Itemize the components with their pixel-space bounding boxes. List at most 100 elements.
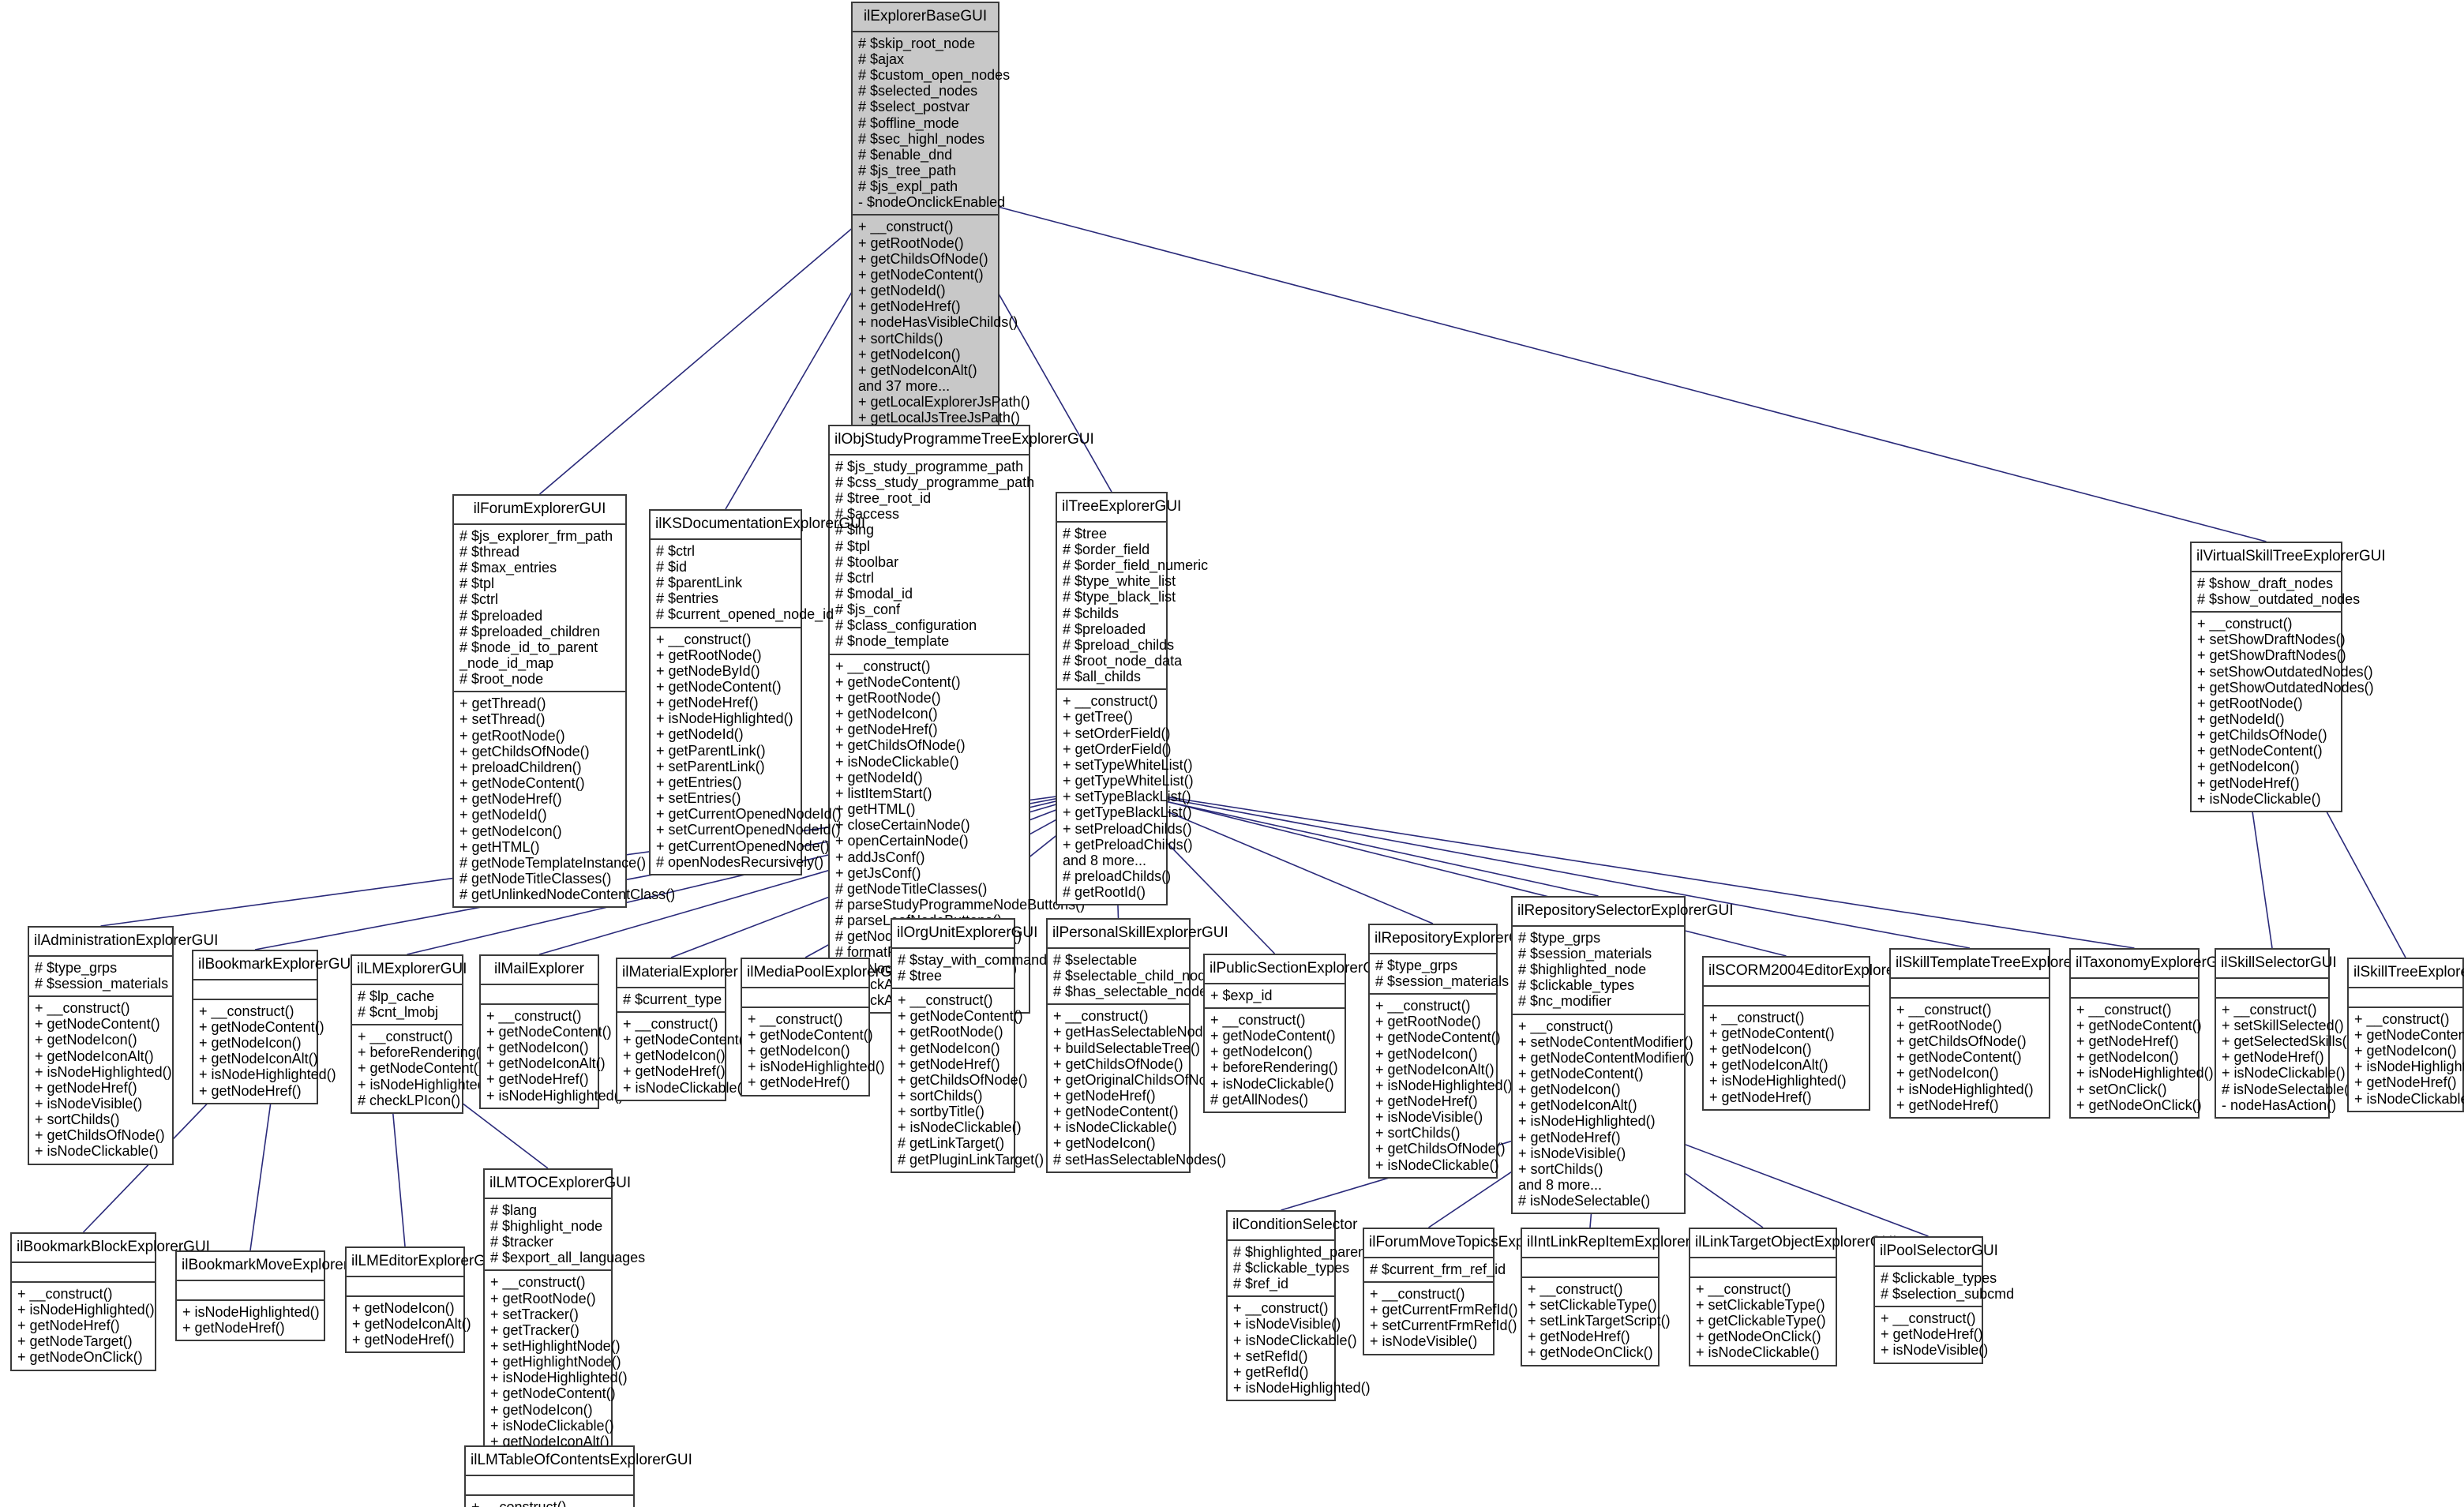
method-item: + __construct() bbox=[2222, 1001, 2317, 1018]
method-item: + getNodeContent() bbox=[1210, 1028, 1336, 1044]
method-item: + getHTML() bbox=[459, 838, 540, 855]
class-box-ilPoolSelectorGUI[interactable]: ilPoolSelectorGUI # $clickable_types # $se… bbox=[1873, 1236, 2014, 1364]
attribute-list: # $current_frm_ref_id bbox=[1364, 1256, 1506, 1281]
class-box-ilBookmarkMoveExplorerGUI[interactable]: ilBookmarkMoveExplorerGUI + isNodeHighlig… bbox=[175, 1250, 375, 1342]
method-item: + getNodeContent() bbox=[35, 1016, 160, 1033]
method-item: + getRootNode() bbox=[490, 1290, 596, 1306]
method-item: + getShowOutdatedNodes() bbox=[2197, 679, 2374, 695]
class-box-ilRepositoryExplorerGUI[interactable]: ilRepositoryExplorerGUI # $type_grps # $se… bbox=[1368, 924, 1536, 1179]
method-list: + isNodeHighlighted() + getNodeHref() bbox=[177, 1299, 324, 1340]
attribute-list: # $type_grps # $session_materials bbox=[29, 954, 172, 995]
method-item: # parseStudyProgrammeNodeButtons() bbox=[835, 896, 1086, 913]
attribute-item: # $max_entries bbox=[459, 560, 557, 576]
attribute-list: # $current_type bbox=[617, 986, 725, 1011]
class-name: ilVirtualSkillTreeExplorerGUI bbox=[2196, 548, 2386, 564]
class-name: ilConditionSelector bbox=[1232, 1216, 1358, 1233]
method-item: + getNodeIcon() bbox=[1518, 1082, 1621, 1098]
class-box-ilTreeExplorerGUI[interactable]: ilTreeExplorerGUI # $tree # $order_field # … bbox=[1056, 492, 1208, 906]
class-box-ilLMEditorExplorerGUI[interactable]: ilLMEditorExplorerGUI + getNodeIcon() + ge… bbox=[345, 1246, 501, 1354]
method-item: # preloadChilds() bbox=[1063, 868, 1172, 885]
method-item: + __construct() bbox=[623, 1015, 718, 1032]
class-box-ilSkillTemplateTreeExplorerGUI[interactable]: ilSkillTemplateTreeExplorerGUI + __constr… bbox=[1889, 948, 2103, 1119]
attribute-item: # $selectable_child_nodes bbox=[1053, 967, 1221, 984]
method-item: + isNodeClickable() bbox=[898, 1119, 1022, 1136]
class-box-ilSkillTreeExplorerGUI[interactable]: ilSkillTreeExplorerGUI+ __construct()+ g… bbox=[2347, 958, 2464, 1112]
attribute-item: # $current_type bbox=[623, 991, 722, 1007]
class-box-ilMediaPoolExplorerGUI[interactable]: ilMediaPoolExplorerGUI + __construct() + g… bbox=[741, 958, 907, 1097]
class-box-ilVirtualSkillTreeExplorerGUI[interactable]: ilVirtualSkillTreeExplorerGUI # $show_dra… bbox=[2190, 542, 2386, 812]
method-item: + getChildsOfNode() bbox=[898, 1071, 1028, 1088]
method-item: # getPluginLinkTarget() bbox=[898, 1151, 1044, 1168]
class-box-ilBookmarkExplorerGUI[interactable]: ilBookmarkExplorerGUI + __construct() + ge… bbox=[192, 950, 355, 1104]
attribute-item: # $type_grps bbox=[1518, 929, 1601, 946]
attribute-item: # $sec_highl_nodes bbox=[858, 130, 985, 147]
class-name: ilPersonalSkillExplorerGUI bbox=[1052, 924, 1228, 941]
class-box-ilLMExplorerGUI[interactable]: ilLMExplorerGUI # $lp_cache # $cnt_lmobj + … bbox=[351, 954, 495, 1114]
method-item: + getNodeId() bbox=[835, 769, 923, 785]
method-item: + getRootNode() bbox=[459, 727, 565, 744]
class-box-ilIntLinkRepItemExplorerGUI[interactable]: ilIntLinkRepItemExplorerGUI + __construct… bbox=[1521, 1228, 1717, 1366]
attribute-item: # $entries bbox=[656, 590, 719, 607]
method-item: + __construct() bbox=[1709, 1009, 1805, 1025]
method-item: + isNodeClickable() bbox=[1233, 1332, 1357, 1348]
class-box-ilTaxonomyExplorerGUI[interactable]: ilTaxonomyExplorerGUI + __construct() + ge… bbox=[2069, 948, 2233, 1119]
class-box-ilSCORM2004EditorExplorerGUI[interactable]: ilSCORM2004EditorExplorerGUI + __construc… bbox=[1702, 956, 1926, 1111]
method-item: + __construct() bbox=[1696, 1280, 1791, 1297]
inheritance-edge bbox=[962, 197, 2267, 542]
method-item: + isNodeHighlighted() bbox=[35, 1063, 172, 1080]
method-item: - nodeHasAction() bbox=[2222, 1097, 2337, 1113]
class-box-ilBookmarkBlockExplorerGUI[interactable]: ilBookmarkBlockExplorerGUI + __construct(… bbox=[10, 1232, 210, 1371]
class-box-ilOrgUnitExplorerGUI[interactable]: ilOrgUnitExplorerGUI # $stay_with_command… bbox=[891, 918, 1047, 1173]
method-list: + __construct() + getTree() + setOrderFiel… bbox=[1057, 688, 1194, 904]
method-item: + __construct() bbox=[17, 1285, 113, 1302]
class-box-ilAdministrationExplorerGUI[interactable]: ilAdministrationExplorerGUI # $type_grps #… bbox=[28, 926, 218, 1165]
method-item: + __construct() bbox=[748, 1010, 843, 1027]
class-box-ilMailExplorer[interactable]: ilMailExplorer + __construct() + getNodeCo… bbox=[479, 954, 624, 1109]
attribute-item: # $ref_id bbox=[1233, 1276, 1289, 1292]
method-item: + getNodeIcon() bbox=[2197, 759, 2300, 775]
attribute-item: # $session_materials bbox=[35, 975, 169, 992]
method-list: + __construct()+ getNodeContent()+ getNo… bbox=[29, 995, 172, 1164]
method-list: + __construct()+ getNodeContent()+ getNo… bbox=[193, 998, 336, 1103]
method-item: + getNodeId() bbox=[858, 283, 946, 299]
method-item: + __construct() bbox=[656, 631, 752, 647]
method-item: + setTypeWhiteList() bbox=[1063, 756, 1193, 773]
class-box-ilForumMoveTopicsExplorer[interactable]: ilForumMoveTopicsExplorer # $current_frm_… bbox=[1363, 1228, 1554, 1355]
class-box-ilSkillSelectorGUI[interactable]: ilSkillSelectorGUI + __construct() + setSk… bbox=[2215, 948, 2353, 1119]
method-item: + getNodeContent() bbox=[2197, 743, 2323, 759]
method-item: + nodeHasVisibleChilds() bbox=[858, 314, 1018, 331]
method-item: + getNodeTarget() bbox=[17, 1333, 133, 1350]
method-item: + getNodeContent() bbox=[486, 1023, 612, 1040]
class-box-ilLMTOCExplorerGUI[interactable]: ilLMTOCExplorerGUI # $lang # $highlight_no… bbox=[483, 1168, 645, 1487]
attribute-item: + $exp_id bbox=[1210, 987, 1273, 1003]
attribute-list: # $ctrl # $id # $parentLink # $entries # $cu… bbox=[651, 538, 834, 627]
class-box-ilKSDocumentationExplorerGUI[interactable]: ilKSDocumentationExplorerGUI # $ctrl # $id… bbox=[649, 509, 866, 875]
method-item: + isNodeHighlighted() bbox=[656, 710, 793, 727]
method-item: + getChildsOfNode() bbox=[835, 737, 966, 754]
method-item: + getNodeHref() bbox=[17, 1318, 120, 1334]
class-box-ilMaterialExplorer[interactable]: ilMaterialExplorer # $current_type + __con… bbox=[616, 958, 748, 1101]
method-list: + __construct() + setClickableType() + set… bbox=[1522, 1276, 1671, 1365]
method-item: + getNodeHref() bbox=[1053, 1088, 1156, 1104]
class-box-ilConditionSelector[interactable]: ilConditionSelector # $highlighted_parent… bbox=[1226, 1210, 1371, 1402]
class-box-ilRepositorySelectorExplorerGUI[interactable]: ilRepositorySelectorExplorerGUI # $type_g… bbox=[1511, 896, 1734, 1215]
attribute-item: # $type_grps bbox=[35, 959, 118, 976]
method-item: + __construct() bbox=[490, 1274, 586, 1291]
class-box-ilPersonalSkillExplorerGUI[interactable]: ilPersonalSkillExplorerGUI # $selectable #… bbox=[1046, 918, 1232, 1173]
method-list: + __construct()+ getNodeContent()+ getNo… bbox=[2349, 1006, 2464, 1111]
class-box-ilLMTableOfContentsExplorerGUI[interactable]: ilLMTableOfContentsExplorerGUI + __constr… bbox=[464, 1445, 692, 1507]
class-name: ilKSDocumentationExplorerGUI bbox=[655, 515, 866, 532]
method-item: + getNodeHref() bbox=[35, 1079, 137, 1096]
class-box-ilPublicSectionExplorerGUI[interactable]: ilPublicSectionExplorerGUI + $exp_id + __c… bbox=[1203, 954, 1390, 1113]
method-item: + getNodeIconAlt() bbox=[1709, 1057, 1828, 1074]
class-box-ilLinkTargetObjectExplorerGUI[interactable]: ilLinkTargetObjectExplorerGUI + __constru… bbox=[1689, 1228, 1897, 1366]
method-item: + getNodeIcon() bbox=[835, 706, 938, 722]
method-item: + getNodeHref() bbox=[182, 1319, 285, 1336]
method-item: + getChildsOfNode() bbox=[459, 743, 590, 759]
method-item: + getNodeIcon() bbox=[1375, 1045, 1478, 1062]
method-item: + getNodeContent() bbox=[1518, 1066, 1644, 1082]
attribute-item: # $type_grps bbox=[1375, 957, 1458, 973]
attribute-item: # $enable_dnd bbox=[858, 146, 953, 163]
method-item: and 8 more... bbox=[1063, 852, 1147, 868]
class-box-ilForumExplorerGUI[interactable]: ilForumExplorerGUI # $js_explorer_frm_pat… bbox=[452, 494, 675, 909]
